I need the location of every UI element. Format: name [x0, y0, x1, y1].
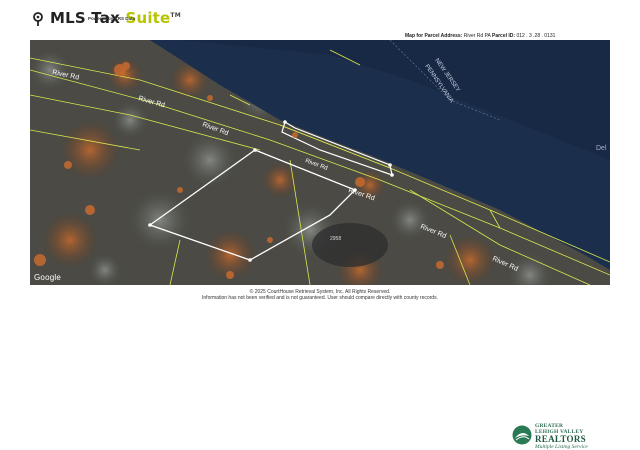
- realtors-emblem-icon: [512, 425, 532, 445]
- map-canvas: River Rd River Rd River Rd River Rd Rive…: [30, 40, 610, 285]
- map-caption-address: River Rd PA: [463, 33, 491, 39]
- realtors-line-mls: Multiple Listing Service: [535, 444, 588, 450]
- map-caption-parcel-label: Parcel ID:: [492, 33, 516, 39]
- parcel-vertex: [248, 258, 252, 262]
- greater-lehigh-valley-realtors-logo: GREATER LEHIGH VALLEY REALTORS Multiple …: [512, 423, 632, 450]
- rock-outcrop: [312, 223, 388, 267]
- river-name-label: Del: [596, 145, 607, 152]
- realtors-line-realtors: REALTORS: [535, 434, 586, 444]
- lot-vertex: [283, 120, 287, 124]
- parcel-vertex: [253, 148, 257, 152]
- location-pin-icon: [33, 12, 43, 26]
- google-watermark: Google: [34, 273, 61, 282]
- logo-powered-by: Powered by CRS Data: [88, 16, 136, 21]
- map-caption-prefix: Map for Parcel Address:: [405, 33, 463, 39]
- parcel-map[interactable]: River Rd River Rd River Rd River Rd Rive…: [30, 40, 610, 285]
- header: MLS Tax SuiteTM Powered by CRS Data Map …: [0, 0, 640, 40]
- lot-vertex: [388, 163, 392, 167]
- trademark: TM: [170, 12, 181, 19]
- map-caption-parcel-id: 012 . 3 .28 . 0131: [516, 33, 556, 39]
- parcel-vertex: [148, 223, 152, 227]
- lot-vertex: [390, 173, 394, 177]
- disclaimer-line: Information has not been verified and is…: [202, 295, 438, 301]
- parcel-number-label: 2958: [330, 236, 341, 242]
- map-caption: Map for Parcel Address: River Rd PA Parc…: [405, 33, 555, 39]
- copyright-notice: © 2025 CourtHouse Retrieval System, Inc.…: [0, 289, 640, 301]
